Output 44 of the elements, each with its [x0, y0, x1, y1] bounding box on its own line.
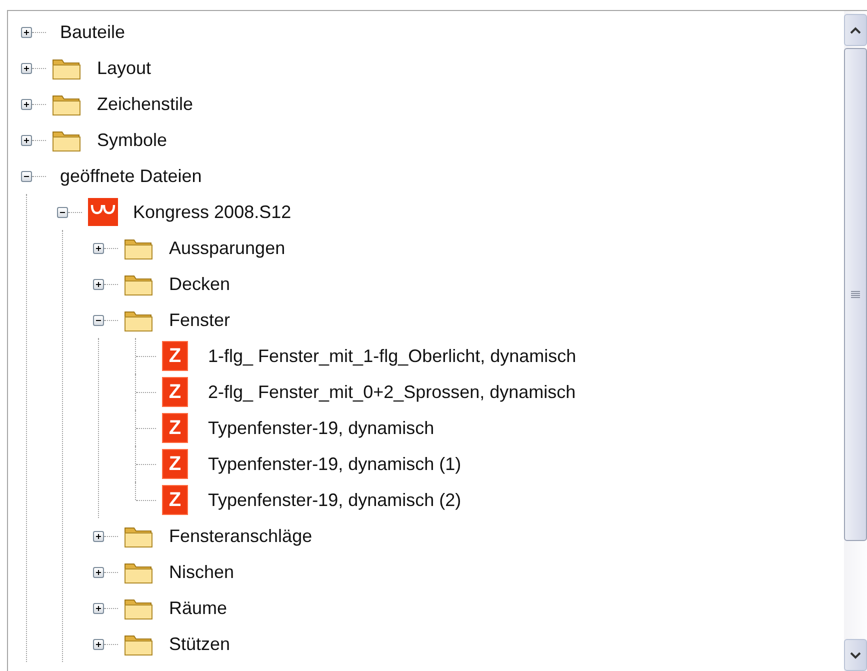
expand-button[interactable]: [21, 62, 32, 74]
grip-icon: [851, 290, 860, 298]
tree-item[interactable]: Stützen: [169, 634, 230, 654]
scroll-up-button[interactable]: [844, 14, 867, 46]
chevron-down-icon: [850, 652, 861, 658]
collapse-button[interactable]: [57, 206, 68, 218]
chevron-up-icon: [850, 26, 861, 34]
file-icon: Z: [162, 341, 188, 371]
tree-item[interactable]: Fensteranschläge: [169, 526, 312, 546]
scroll-down-button[interactable]: [844, 639, 867, 671]
collapse-button[interactable]: [93, 314, 104, 326]
tree-item[interactable]: Typenfenster-19, dynamisch (1): [208, 454, 462, 474]
file-icon: Z: [162, 377, 188, 407]
tree-item[interactable]: 1-flg_ Fenster_mit_1-flg_Oberlicht, dynamisch: [208, 346, 576, 366]
tree-item[interactable]: geöffnete Dateien: [60, 166, 202, 186]
scrollbar[interactable]: [844, 11, 867, 671]
expand-button[interactable]: [93, 242, 104, 254]
project-icon: [88, 198, 118, 226]
file-icon: Z: [162, 413, 188, 443]
expand-button[interactable]: [21, 98, 32, 110]
expand-button[interactable]: [93, 530, 104, 542]
expand-button[interactable]: [93, 566, 104, 578]
tree-item[interactable]: Aussparungen: [169, 238, 286, 258]
tree-item[interactable]: Zeichenstile: [97, 94, 194, 114]
tree-item[interactable]: 2-flg_ Fenster_mit_0+2_Sprossen, dynamisch: [208, 382, 576, 402]
expand-button[interactable]: [21, 134, 32, 146]
tree-item[interactable]: Nischen: [169, 562, 234, 582]
file-icon: Z: [162, 485, 188, 515]
tree-item[interactable]: Layout: [97, 58, 152, 78]
expand-button[interactable]: [93, 638, 104, 650]
tree-item[interactable]: Typenfenster-19, dynamisch (2): [208, 490, 462, 510]
expand-button[interactable]: [93, 278, 104, 290]
tree-item[interactable]: Decken: [169, 274, 230, 294]
collapse-button[interactable]: [21, 170, 32, 182]
tree-item[interactable]: Symbole: [97, 130, 168, 150]
tree-item[interactable]: Fenster: [169, 310, 230, 330]
tree-item[interactable]: Räume: [169, 598, 228, 618]
tree-item[interactable]: Typenfenster-19, dynamisch: [208, 418, 434, 438]
file-icon: Z: [162, 449, 188, 479]
tree-item[interactable]: Bauteile: [60, 22, 126, 42]
scroll-thumb[interactable]: [844, 48, 867, 541]
expand-button[interactable]: [93, 602, 104, 614]
tree-item[interactable]: Kongress 2008.S12: [133, 202, 292, 222]
expand-button[interactable]: [21, 26, 32, 38]
